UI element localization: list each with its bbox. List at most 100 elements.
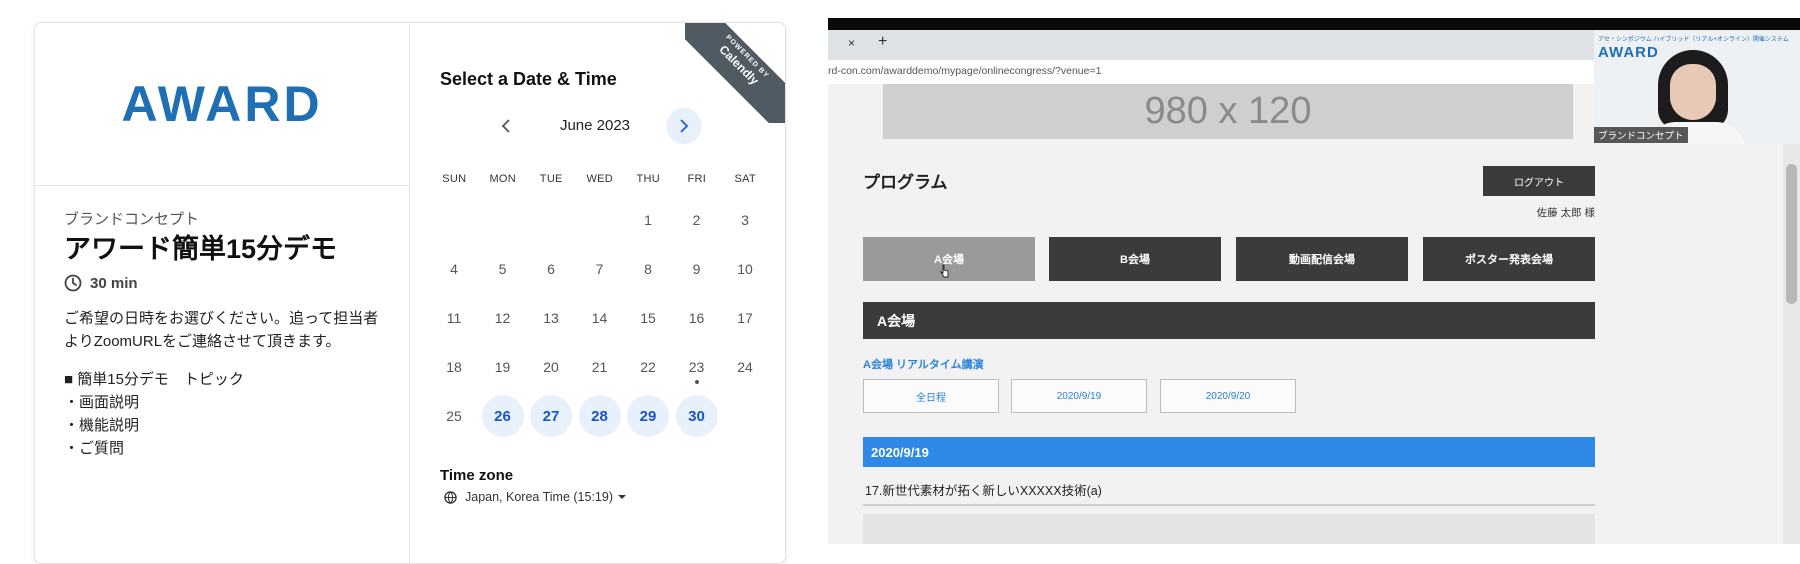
- calendar-day: 8: [627, 248, 669, 290]
- user-name: 佐藤 太郎 様: [1536, 207, 1595, 219]
- calendar-day: 15: [627, 297, 669, 339]
- month-label: June 2023: [559, 117, 631, 134]
- calendar-day: 12: [482, 297, 524, 339]
- presenter-face: [1670, 64, 1716, 120]
- day-number: 15: [640, 310, 656, 326]
- scrollbar-thumb[interactable]: [1786, 164, 1797, 304]
- presenter-label: ブランドコンセプト: [1594, 127, 1688, 143]
- topic-heading: ■ 簡単15分デモ トピック: [64, 371, 244, 388]
- available-day[interactable]: 28: [578, 395, 621, 437]
- globe-icon: [444, 490, 457, 504]
- day-number: 30: [688, 407, 705, 425]
- day-number: 11: [446, 310, 462, 326]
- available-day[interactable]: 26: [481, 395, 524, 437]
- weekday-label: FRI: [687, 173, 707, 185]
- event-duration: 30 min: [64, 274, 138, 292]
- calendar-day: 9: [676, 248, 718, 290]
- day-number: 6: [547, 261, 555, 277]
- camera-overlay: アセ・シンポジウム ハイブリッド（リアル+オンライン）開催システム AWARD …: [1594, 30, 1800, 144]
- available-day[interactable]: 29: [627, 395, 669, 437]
- banner-placeholder: 980 x 120: [883, 84, 1573, 139]
- timezone-value: Japan, Korea Time (15:19): [465, 490, 613, 504]
- tab-close-icon[interactable]: ×: [848, 36, 855, 50]
- powered-by-ribbon[interactable]: POWERED BY Calendly: [685, 23, 785, 123]
- day-number: 12: [494, 310, 511, 326]
- calendar-day: 17: [724, 297, 766, 339]
- venue-tab-video[interactable]: 動画配信会場: [1236, 237, 1408, 281]
- calendar-day: 20: [530, 346, 572, 388]
- day-number: 23: [688, 359, 705, 375]
- session-row[interactable]: 17.新世代素材が拓く新しいXXXXX技術(a): [863, 474, 1595, 506]
- caret-down-icon: [618, 495, 626, 499]
- calendar-day: 4: [433, 248, 475, 290]
- day-number: 24: [737, 359, 753, 375]
- logo-area: AWARD: [35, 23, 409, 186]
- previous-month-button[interactable]: [488, 108, 524, 144]
- calendar-day: 11: [433, 297, 475, 339]
- award-logo: AWARD: [121, 76, 323, 132]
- screen-top-bar: [828, 18, 1800, 30]
- day-number: 22: [640, 359, 656, 375]
- calendar-day: 7: [579, 248, 621, 290]
- venue-tab-poster[interactable]: ポスター発表会場: [1423, 237, 1595, 281]
- chevron-left-icon: [501, 119, 510, 133]
- day-number: 14: [591, 310, 608, 326]
- day-number: 19: [494, 359, 511, 375]
- organizer-name: ブランドコンセプト: [64, 211, 200, 228]
- event-title: アワード簡単15分デモ: [64, 234, 338, 264]
- camera-logo-caption: アセ・シンポジウム ハイブリッド（リアル+オンライン）開催システム: [1598, 37, 1789, 43]
- calendar-day: 10: [724, 248, 766, 290]
- date-filter-day1[interactable]: 2020/9/19: [1011, 379, 1147, 413]
- calendar-day: 2: [676, 199, 718, 241]
- calendar-day: 14: [579, 297, 621, 339]
- day-number: 7: [595, 261, 604, 277]
- day-number: 28: [591, 407, 608, 425]
- day-number: 29: [639, 407, 657, 425]
- day-number: 20: [543, 359, 559, 375]
- weekday-label: WED: [586, 173, 614, 185]
- ribbon-band: POWERED BY Calendly: [685, 23, 785, 123]
- mouse-cursor-icon: [940, 264, 949, 278]
- day-number: 25: [446, 408, 462, 424]
- camera-award-logo: AWARD: [1598, 44, 1659, 61]
- logout-button[interactable]: ログアウト: [1483, 166, 1595, 196]
- calendar-day: 22: [627, 346, 669, 388]
- weekday-label: TUE: [539, 173, 563, 185]
- day-number: 16: [688, 310, 705, 326]
- venue-section-header: A会場: [863, 302, 1595, 339]
- weekday-header: SUN MON TUE WED THU FRI SAT: [430, 173, 770, 185]
- ribbon-calendly: Calendly: [716, 42, 762, 88]
- calendly-booking-card: AWARD ブランドコンセプト アワード簡単15分デモ 30 min ご希望の日…: [34, 22, 786, 564]
- url-text: rd-con.com/awarddemo/mypage/onlinecongre…: [828, 65, 1102, 77]
- date-filter-all[interactable]: 全日程: [863, 379, 999, 413]
- day-number: 27: [542, 407, 560, 425]
- calendar-day: 19: [482, 346, 524, 388]
- new-tab-button[interactable]: +: [878, 33, 887, 51]
- session-row-next[interactable]: [863, 514, 1595, 544]
- program-title: プログラム: [863, 173, 948, 192]
- date-filter-day2[interactable]: 2020/9/20: [1160, 379, 1296, 413]
- available-day[interactable]: 30: [675, 395, 718, 437]
- weekday-label: THU: [636, 173, 660, 185]
- calendar-day: 13: [530, 297, 572, 339]
- page-scrollbar[interactable]: [1783, 84, 1800, 544]
- day-number: 10: [737, 261, 753, 277]
- calendar-day: 25: [433, 395, 475, 437]
- day-number: 3: [741, 212, 749, 228]
- event-info-panel: AWARD ブランドコンセプト アワード簡単15分デモ 30 min ご希望の日…: [35, 23, 410, 563]
- day-header: 2020/9/19: [863, 437, 1595, 467]
- day-number: 21: [591, 359, 608, 375]
- venue-tab-b[interactable]: B会場: [1049, 237, 1221, 281]
- event-description: ご希望の日時をお選びください。追って担当者 よりZoomURLをご連絡させて頂き…: [64, 307, 384, 353]
- calendar-day: 3: [724, 199, 766, 241]
- topic-list: ■ 簡単15分デモ トピック ・画面説明 ・機能説明 ・ご質問: [64, 368, 244, 460]
- day-number: 1: [644, 212, 652, 228]
- timezone-selector[interactable]: Japan, Korea Time (15:19): [444, 490, 635, 504]
- available-day[interactable]: 27: [530, 395, 572, 437]
- topic-item: ・画面説明: [64, 394, 140, 411]
- clock-icon: [64, 274, 82, 292]
- calendar-day: 1: [627, 199, 669, 241]
- timezone-title: Time zone: [440, 467, 514, 484]
- day-number: 5: [498, 261, 507, 277]
- realtime-lecture-link[interactable]: A会場 リアルタイム講演: [863, 356, 984, 372]
